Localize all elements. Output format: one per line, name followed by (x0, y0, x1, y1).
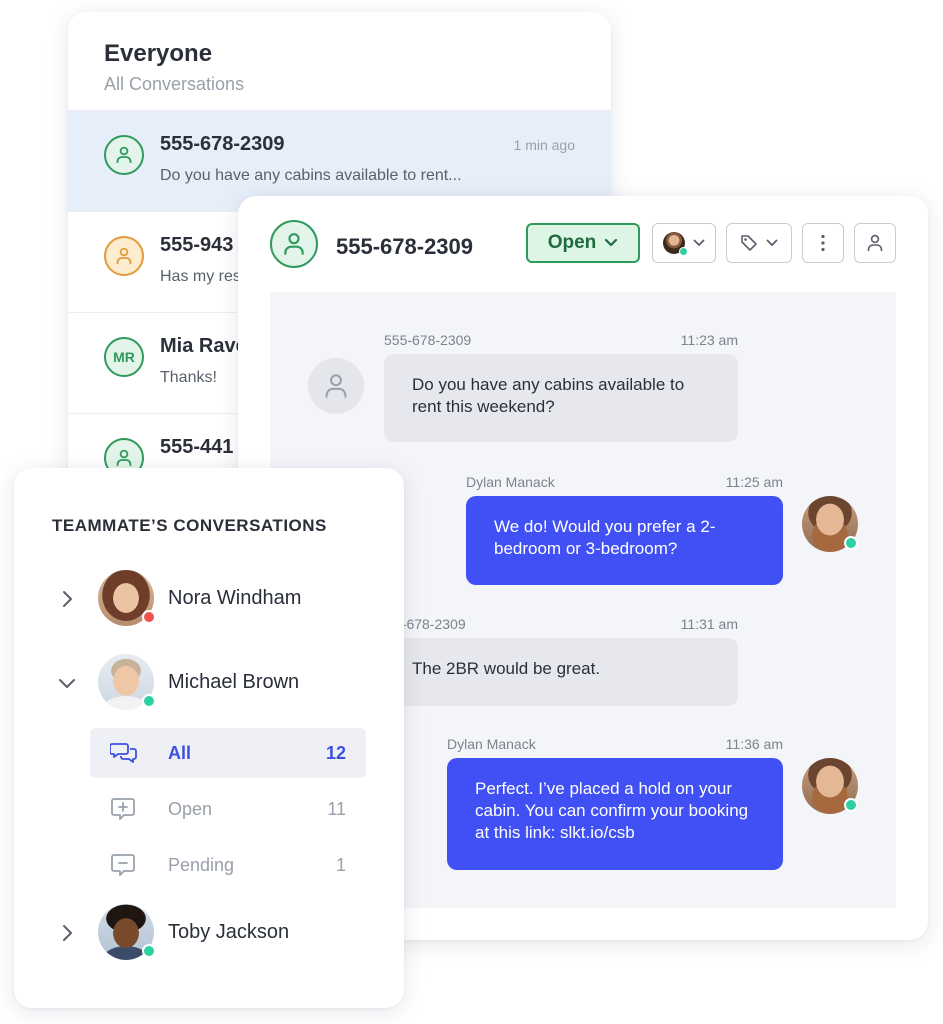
message-bubble-outgoing: Perfect. I’ve placed a hold on your cabi… (447, 758, 783, 870)
user-icon (867, 234, 883, 251)
teammates-panel: TEAMMATE’S CONVERSATIONS Nora Windham Mi… (14, 468, 404, 1008)
tag-icon (741, 235, 757, 251)
teammate-avatar (98, 904, 156, 960)
conversation-name: 555-441 (160, 436, 234, 458)
message-sender: 5-678-2309 (394, 616, 466, 632)
filter-label: Pending (168, 855, 235, 875)
message-time: 11:36 am (725, 736, 783, 752)
conversation-preview: Thanks! (160, 369, 217, 386)
more-options-button[interactable] (802, 223, 844, 263)
more-vertical-icon (821, 234, 825, 252)
chat-contact-title: 555-678-2309 (336, 234, 474, 259)
customer-avatar-icon (308, 358, 364, 414)
teammate-row-toby[interactable]: Toby Jackson (14, 904, 404, 964)
contact-profile-button[interactable] (854, 223, 896, 263)
teammate-avatar (98, 570, 156, 626)
message-bubble-incoming: Do you have any cabins available to rent… (384, 354, 738, 442)
tag-dropdown-button[interactable] (726, 223, 792, 263)
agent-avatar (802, 496, 858, 552)
teammate-name: Toby Jackson (168, 921, 290, 943)
filter-count: 12 (325, 743, 346, 763)
message-minus-icon (111, 854, 135, 876)
teammate-name: Nora Windham (168, 587, 302, 609)
filter-all[interactable]: All 12 (90, 728, 366, 778)
agent-avatar (802, 758, 858, 814)
message-time: 11:23 am (680, 332, 738, 348)
contact-avatar-icon (104, 135, 144, 175)
chevron-down-icon (693, 239, 705, 247)
teammate-row-michael[interactable]: Michael Brown (14, 654, 404, 714)
teammate-row-nora[interactable]: Nora Windham (14, 570, 404, 630)
message-sender: Dylan Manack (466, 474, 555, 490)
teammates-section-title: TEAMMATE’S CONVERSATIONS (52, 516, 327, 535)
conversation-preview: Do you have any cabins available to rent… (160, 167, 462, 184)
conversation-list-header: Everyone All Conversations (68, 12, 611, 111)
conversation-name: 555-943 (160, 234, 234, 256)
status-dropdown-button[interactable]: Open (526, 223, 640, 263)
status-label: Open (547, 232, 597, 253)
inbox-subtitle: All Conversations (104, 74, 245, 94)
inbox-title: Everyone (104, 40, 213, 67)
filter-count: 1 (335, 855, 346, 875)
conversation-time: 1 min ago (513, 137, 575, 153)
filter-label: Open (168, 799, 213, 819)
message-time: 11:25 am (725, 474, 783, 490)
conversation-name: Mia Rave (160, 335, 247, 357)
message-sender: 555-678-2309 (384, 332, 472, 348)
chevron-right-icon[interactable] (56, 922, 78, 944)
message-bubble-outgoing: We do! Would you prefer a 2-bedroom or 3… (466, 496, 783, 585)
assignee-avatar (663, 232, 688, 256)
message-sender: Dylan Manack (447, 736, 536, 752)
conversation-name: 555-678-2309 (160, 133, 285, 155)
contact-initials-avatar: MR (104, 337, 144, 377)
contact-avatar-icon (104, 236, 144, 276)
teammate-avatar (98, 654, 156, 710)
filter-open[interactable]: Open 11 (90, 784, 366, 834)
message-plus-icon (111, 798, 135, 820)
conversation-preview: Has my res (160, 268, 241, 285)
contact-avatar-icon (270, 220, 318, 268)
assignee-dropdown-button[interactable] (652, 223, 716, 263)
filter-label: All (168, 743, 192, 763)
chevron-down-icon[interactable] (56, 672, 78, 694)
filter-count: 11 (327, 799, 346, 819)
chevron-right-icon[interactable] (56, 588, 78, 610)
chat-header: 555-678-2309 Open (238, 196, 928, 292)
conversations-icon (110, 743, 137, 763)
chevron-down-icon (766, 239, 778, 247)
teammate-name: Michael Brown (168, 671, 300, 693)
message-time: 11:31 am (680, 616, 738, 632)
message-bubble-incoming: The 2BR would be great. (384, 638, 738, 706)
filter-pending[interactable]: Pending 1 (90, 840, 366, 890)
chevron-down-icon (605, 238, 618, 247)
